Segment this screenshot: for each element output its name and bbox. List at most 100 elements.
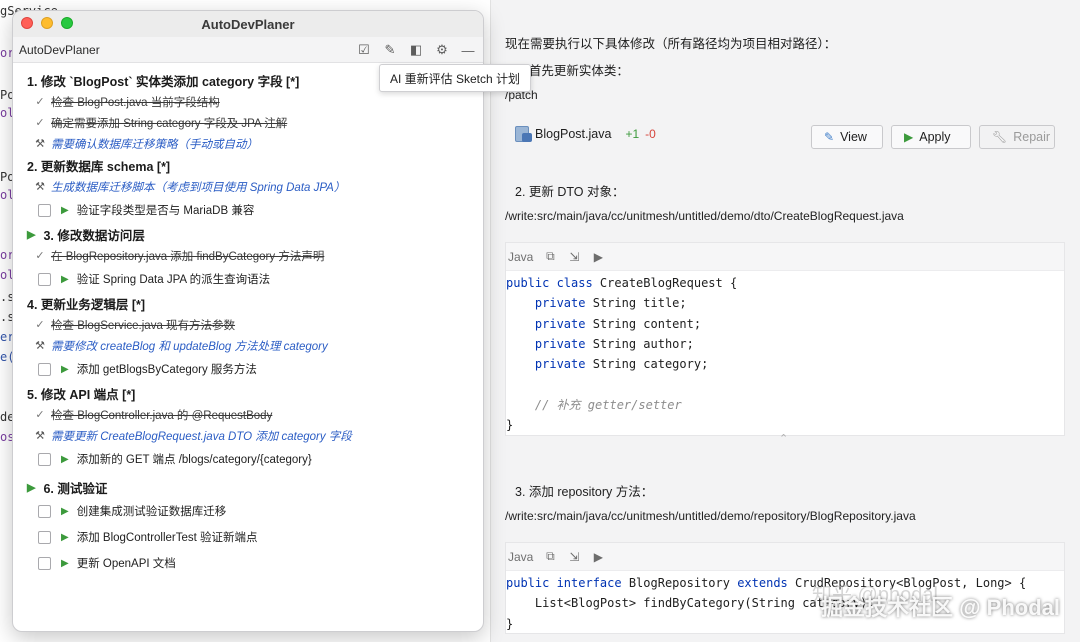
plan-item-done: ✓ 检查 BlogController.java 的 @RequestBody bbox=[13, 404, 483, 425]
code-line: private String title; bbox=[534, 296, 687, 311]
window-controls bbox=[21, 17, 73, 29]
task-checkbox[interactable] bbox=[38, 530, 51, 544]
plan-section-title: 2. 更新数据库 schema [*] bbox=[27, 159, 171, 174]
layout-icon[interactable]: ◧ bbox=[407, 41, 425, 59]
plan-item-text: 在 BlogRepository.java 添加 findByCategory … bbox=[51, 250, 325, 263]
run-task-icon[interactable]: ▶ bbox=[61, 532, 69, 543]
close-window-button[interactable] bbox=[21, 17, 33, 29]
plan-item-text: 添加 getBlogsByCategory 服务方法 bbox=[76, 364, 257, 376]
run-task-icon[interactable]: ▶ bbox=[61, 506, 69, 517]
copy-icon[interactable]: ⧉ bbox=[543, 249, 557, 264]
plan-section-row: ▶ 6. 测试验证 bbox=[13, 476, 483, 498]
diff-removed-count: -0 bbox=[645, 127, 656, 141]
settings-gear-icon[interactable]: ⚙ bbox=[433, 41, 451, 59]
step1-text: 1. 首先更新实体类： bbox=[515, 64, 629, 78]
plan-item-in-progress: ⚒ 需要修改 createBlog 和 updateBlog 方法处理 categ… bbox=[13, 335, 483, 356]
zoom-window-button[interactable] bbox=[61, 17, 73, 29]
task-checkbox[interactable] bbox=[38, 556, 51, 570]
check-icon: ✓ bbox=[35, 250, 45, 262]
plan-item-in-progress: ⚒ 生成数据库迁移脚本（考虑到项目使用 Spring Data JPA） bbox=[13, 176, 483, 197]
code-body: public class CreateBlogRequest { private… bbox=[506, 271, 1064, 435]
code-line: private String content; bbox=[534, 316, 702, 331]
edit-plan-icon[interactable]: ✎ bbox=[381, 41, 399, 59]
plan-item-text: 生成数据库迁移脚本（考虑到项目使用 Spring Data JPA） bbox=[51, 181, 346, 194]
plan-item-text: 验证 Spring Data JPA 的派生查询语法 bbox=[76, 274, 271, 286]
code-block-dto: Java ⧉ ⇲ ▶ public class CreateBlogReques… bbox=[505, 242, 1065, 437]
plan-item-done: ✓ 确定需要添加 String category 字段及 JPA 注解 bbox=[13, 112, 483, 133]
task-checkbox[interactable] bbox=[38, 203, 51, 217]
hammer-icon: ⚒ bbox=[35, 340, 45, 352]
plan-item-text: 检查 BlogService.java 现有方法参数 bbox=[51, 319, 236, 332]
step3-path: /write:src/main/java/cc/unitmesh/untitle… bbox=[505, 509, 916, 523]
patch-file-row[interactable]: BlogPost.java +1 -0 bbox=[515, 126, 656, 142]
copy-icon[interactable]: ⧉ bbox=[543, 549, 557, 564]
run-section-icon[interactable]: ▶ bbox=[27, 228, 35, 241]
plan-list: 1. 修改 `BlogPost` 实体类添加 category 字段 [*] ✓… bbox=[13, 63, 483, 576]
hammer-icon: ⚒ bbox=[35, 138, 45, 150]
plan-item-todo: ▶ 验证 Spring Data JPA 的派生查询语法 bbox=[13, 266, 483, 292]
plan-item-text: 确定需要添加 String category 字段及 JPA 注解 bbox=[51, 117, 288, 130]
task-checkbox[interactable] bbox=[38, 272, 51, 286]
run-task-icon[interactable]: ▶ bbox=[61, 364, 69, 375]
plan-section-title: 5. 修改 API 端点 [*] bbox=[27, 387, 136, 402]
intro-text: 现在需要执行以下具体修改（所有路径均为项目相对路径）： bbox=[505, 37, 837, 51]
task-checkbox[interactable] bbox=[38, 504, 51, 518]
apply-button[interactable]: ▶ Apply bbox=[891, 125, 971, 149]
plan-item-text: 检查 BlogController.java 的 @RequestBody bbox=[51, 409, 273, 422]
task-checkbox[interactable] bbox=[38, 362, 51, 376]
minimize-window-button[interactable] bbox=[41, 17, 53, 29]
repair-button[interactable]: 🔧︎ Repair bbox=[979, 125, 1055, 149]
run-task-icon[interactable]: ▶ bbox=[61, 205, 69, 216]
plan-item-done: ✓ 检查 BlogPost.java 当前字段结构 bbox=[13, 91, 483, 112]
insert-icon[interactable]: ⇲ bbox=[567, 550, 581, 564]
code-language-label: Java bbox=[508, 549, 534, 564]
diff-added-count: +1 bbox=[625, 127, 640, 141]
plan-item-done: ✓ 检查 BlogService.java 现有方法参数 bbox=[13, 314, 483, 335]
plan-item-in-progress: ⚒ 需要确认数据库迁移策略（手动或自动） bbox=[13, 133, 483, 154]
check-icon: ✓ bbox=[35, 319, 45, 331]
plan-item-text: 添加 BlogControllerTest 验证新端点 bbox=[76, 532, 258, 544]
check-icon: ✓ bbox=[35, 117, 45, 129]
reevaluate-tooltip: AI 重新评估 Sketch 计划 bbox=[379, 64, 532, 92]
minimize-panel-icon[interactable]: — bbox=[459, 41, 477, 59]
run-section-icon[interactable]: ▶ bbox=[27, 481, 35, 494]
toolbar-title: AutoDevPlaner bbox=[19, 42, 100, 57]
repair-button-label: Repair bbox=[1013, 130, 1051, 144]
code-language-label: Java bbox=[508, 249, 534, 264]
apply-button-label: Apply bbox=[919, 130, 951, 144]
view-button[interactable]: ✎ View bbox=[811, 125, 883, 149]
plan-section-title: 3. 修改数据访问层 bbox=[43, 228, 145, 243]
step3-text: 3. 添加 repository 方法： bbox=[515, 485, 654, 499]
insert-icon[interactable]: ⇲ bbox=[567, 250, 581, 264]
view-button-label: View bbox=[840, 130, 867, 144]
hammer-icon: ⚒ bbox=[35, 181, 45, 193]
plan-item-text: 检查 BlogPost.java 当前字段结构 bbox=[51, 96, 220, 109]
reevaluate-plan-icon[interactable]: ☑ bbox=[355, 41, 373, 59]
plan-item-todo: ▶ 添加 getBlogsByCategory 服务方法 bbox=[13, 356, 483, 382]
plan-item-todo: ▶ 添加新的 GET 端点 /blogs/category/{category} bbox=[13, 446, 483, 472]
run-icon[interactable]: ▶ bbox=[591, 250, 605, 264]
java-file-icon bbox=[515, 126, 532, 142]
plan-item-todo: ▶ 更新 OpenAPI 文档 bbox=[13, 550, 483, 576]
run-task-icon[interactable]: ▶ bbox=[61, 454, 69, 465]
plan-item-text: 更新 OpenAPI 文档 bbox=[76, 558, 176, 570]
plan-item-text: 添加新的 GET 端点 /blogs/category/{category} bbox=[76, 454, 312, 466]
code-block-header: Java ⧉ ⇲ ▶ bbox=[506, 543, 1064, 571]
run-task-icon[interactable]: ▶ bbox=[61, 274, 69, 285]
view-diff-icon: ✎ bbox=[824, 130, 835, 144]
task-checkbox[interactable] bbox=[38, 452, 51, 466]
chat-response-panel: 现在需要执行以下具体修改（所有路径均为项目相对路径）： 1. 首先更新实体类： … bbox=[490, 0, 1080, 642]
run-task-icon[interactable]: ▶ bbox=[61, 558, 69, 569]
window-titlebar[interactable]: AutoDevPlaner bbox=[13, 11, 483, 37]
collapse-chevron-icon[interactable]: ⌃ bbox=[779, 432, 788, 445]
run-icon[interactable]: ▶ bbox=[591, 550, 605, 564]
planner-toolbar: AutoDevPlaner ☑ ✎ ◧ ⚙ — bbox=[13, 37, 483, 63]
patch-file-name: BlogPost.java bbox=[535, 127, 612, 141]
code-line: private String category; bbox=[534, 357, 709, 372]
plan-section-row: ▶ 3. 修改数据访问层 bbox=[13, 223, 483, 245]
code-line: // 补充 getter/setter bbox=[506, 397, 682, 412]
hammer-icon: ⚒ bbox=[35, 430, 45, 442]
plan-item-done: ✓ 在 BlogRepository.java 添加 findByCategory… bbox=[13, 245, 483, 266]
plan-item-in-progress: ⚒ 需要更新 CreateBlogRequest.java DTO 添加 cate… bbox=[13, 425, 483, 446]
